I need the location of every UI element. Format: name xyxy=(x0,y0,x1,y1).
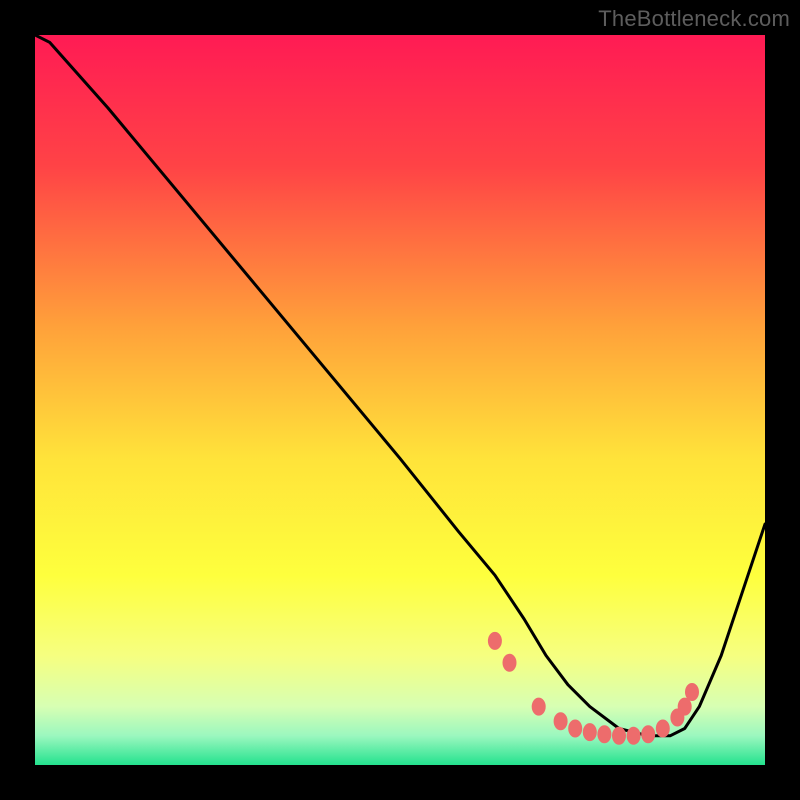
chart-frame: TheBottleneck.com xyxy=(0,0,800,800)
watermark-text: TheBottleneck.com xyxy=(598,6,790,32)
plot-area xyxy=(35,35,765,765)
gradient-background xyxy=(35,35,765,765)
